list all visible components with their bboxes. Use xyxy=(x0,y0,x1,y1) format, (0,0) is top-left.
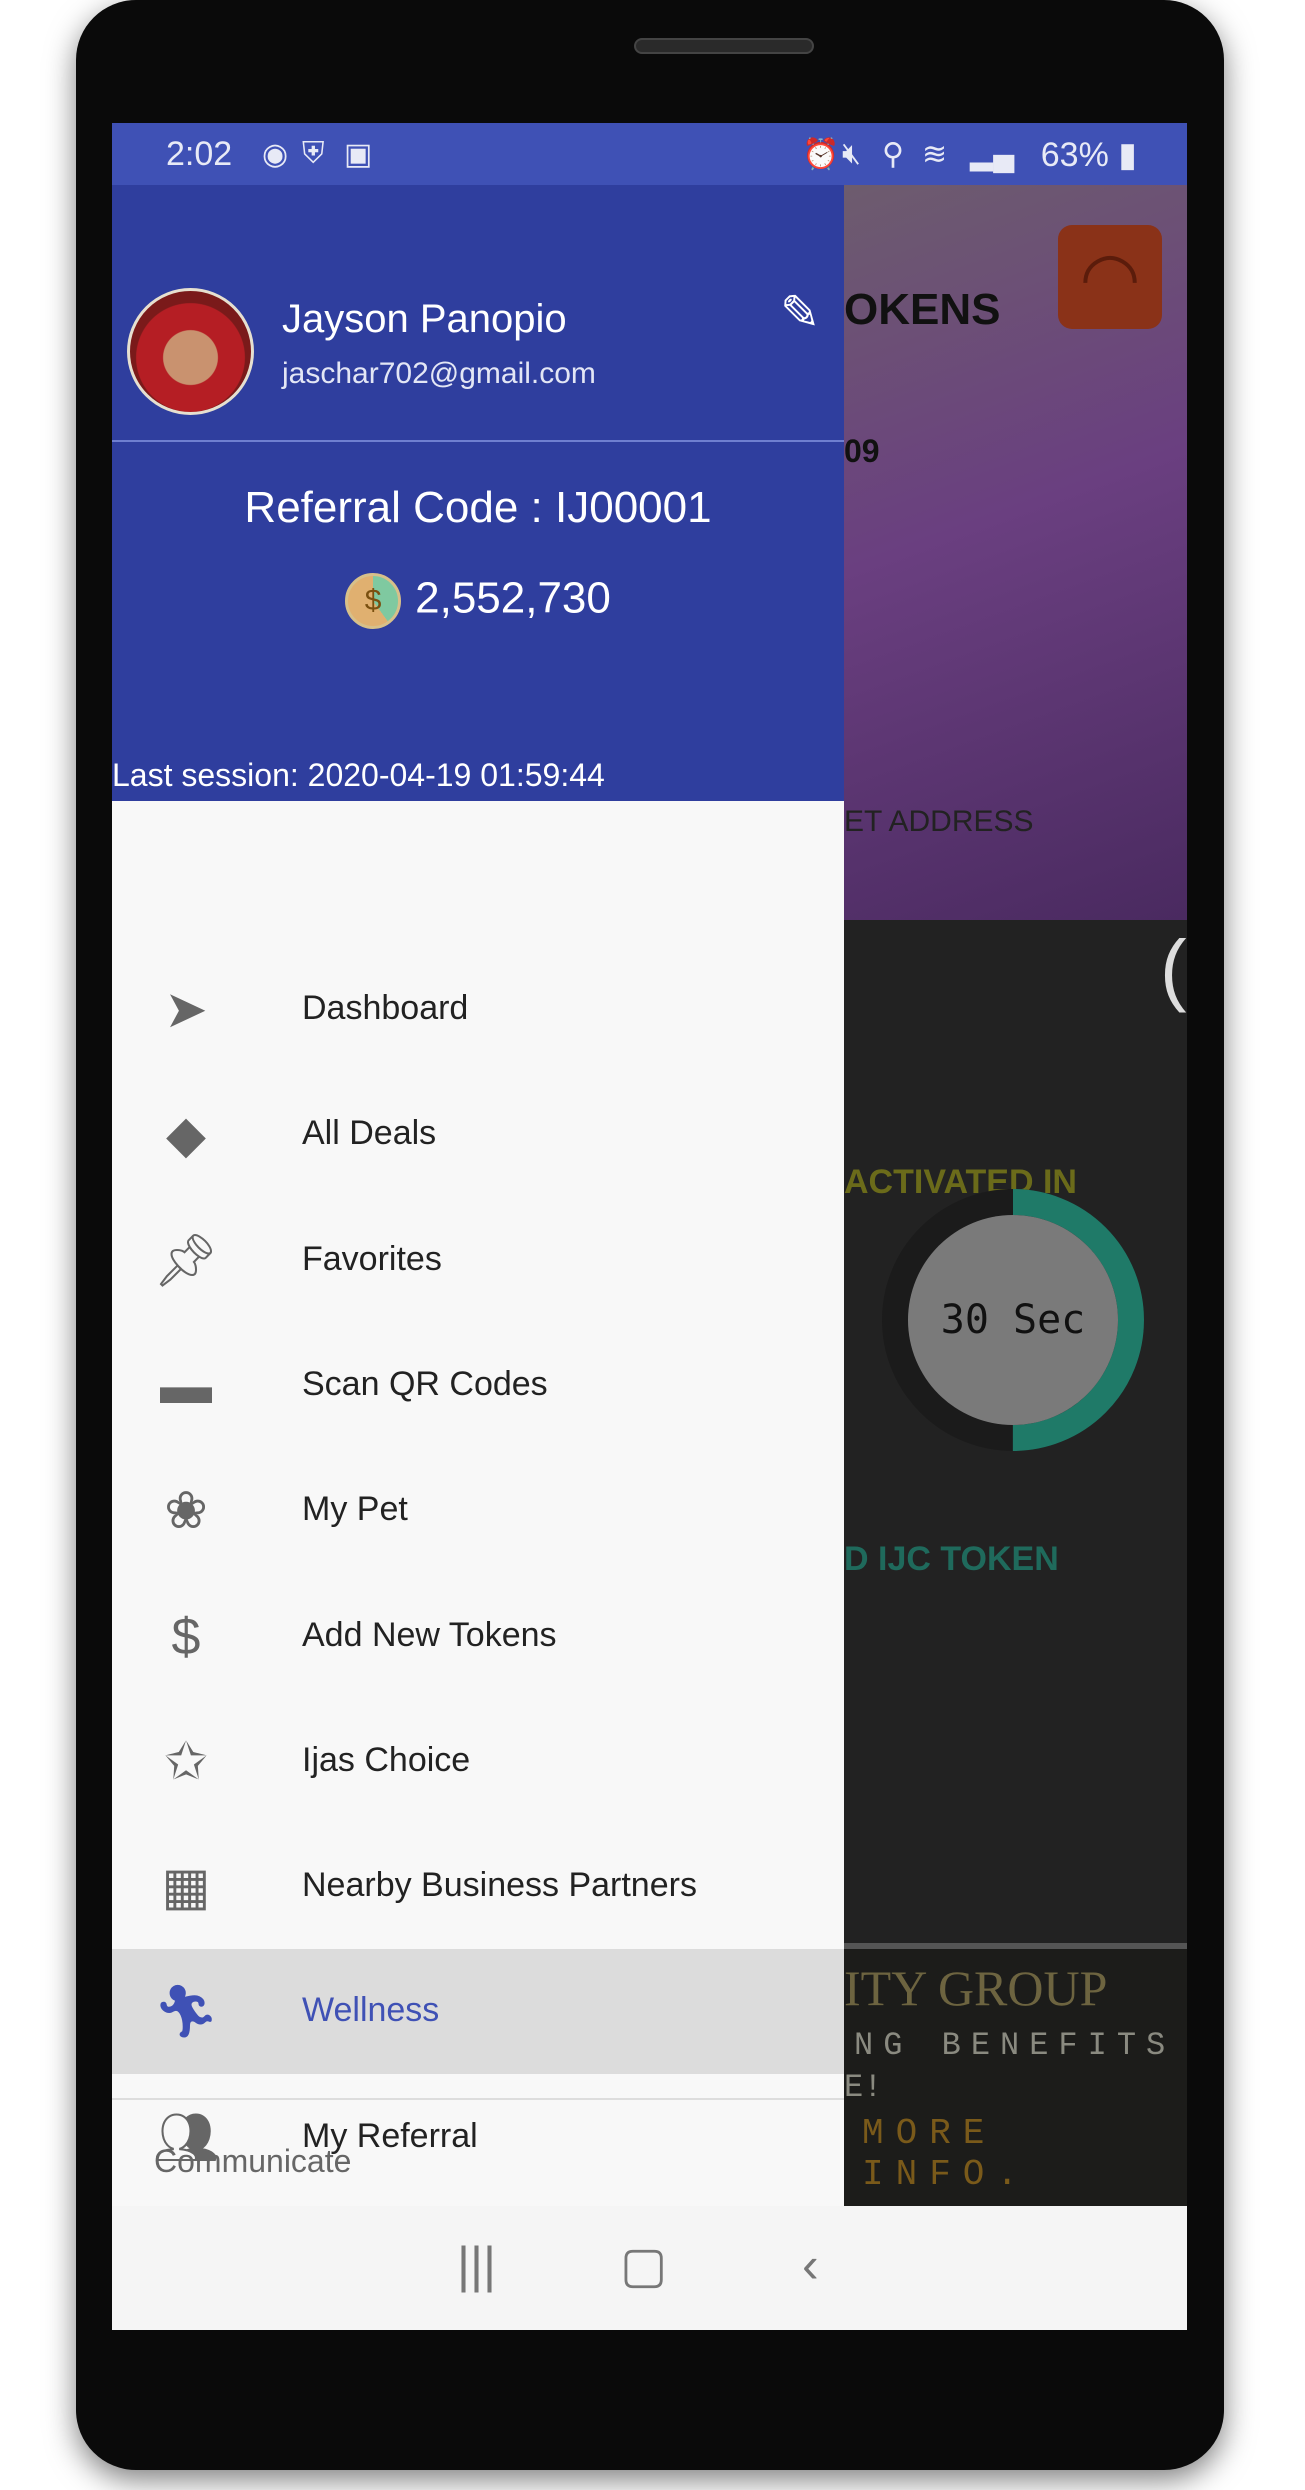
drawer-item-label: All Deals xyxy=(302,1114,437,1153)
screen: 2:02 ◉ ⛨ ▣ ⏰ 🔇︎ ⚲ ≋ ▂▄ 63% ▮ ◠ OKENS 09 … xyxy=(112,123,1187,2330)
system-nav-bar: ||| ▢ ‹ xyxy=(112,2206,1187,2330)
bookmark-star-icon: ✩ xyxy=(164,1732,208,1791)
paw-icon: ❀ xyxy=(164,1482,208,1541)
status-time: 2:02 xyxy=(166,135,233,173)
pin-icon: 📌︎ xyxy=(152,1231,219,1290)
drawer-item-wellness[interactable]: 🏃︎ Wellness xyxy=(112,1949,844,2075)
speaker xyxy=(634,38,814,54)
token-balance: 2,552,730 xyxy=(415,573,611,623)
promo-banner[interactable]: ITY GROUP NG BENEFITS E! MORE INFO. xyxy=(844,1943,1187,2206)
title-fragment: OKENS xyxy=(844,285,1001,334)
signal-icon: ▂▄ xyxy=(970,138,1015,171)
battery-text: 63% xyxy=(1040,136,1109,174)
drawer-item-label: Dashboard xyxy=(302,989,469,1027)
profile-email: jaschar702@gmail.com xyxy=(282,357,596,390)
gallery-icon: ▣ xyxy=(344,138,373,171)
status-bar: 2:02 ◉ ⛨ ▣ ⏰ 🔇︎ ⚲ ≋ ▂▄ 63% ▮ xyxy=(112,123,1187,185)
tag-icon: ◆ xyxy=(166,1106,206,1165)
profile-name: Jayson Panopio xyxy=(282,297,567,341)
rss-icon[interactable]: ◠ xyxy=(1058,225,1162,329)
drawer-item-scan-qr-codes[interactable]: ▬ Scan QR Codes xyxy=(112,1323,844,1448)
avatar[interactable] xyxy=(127,288,254,415)
mute-icon: 🔇︎ xyxy=(842,137,861,170)
referral-code: Referral Code : IJ00001 xyxy=(244,483,712,532)
token-text: D IJC TOKEN xyxy=(844,1540,1059,1578)
buildings-icon: ▦ xyxy=(161,1858,211,1917)
drawer-item-label: My Pet xyxy=(302,1490,408,1529)
banner-line: E! xyxy=(844,2069,883,2106)
number-fragment: 09 xyxy=(844,433,880,469)
recent-apps-icon[interactable]: ||| xyxy=(457,2236,496,2294)
messenger-icon: ◉ xyxy=(262,138,289,171)
wifi-icon: ≋ xyxy=(922,138,948,171)
last-session: Last session: 2020-04-19 01:59:44 xyxy=(112,757,605,793)
token-header-card: ◠ OKENS 09 ET ADDRESS xyxy=(844,185,1187,920)
drawer-item-label: Scan QR Codes xyxy=(302,1364,548,1403)
section-divider xyxy=(112,2098,844,2100)
navigation-arrow-icon: ➤ xyxy=(164,981,208,1039)
battery-level: 63% ▮ xyxy=(1041,135,1137,175)
running-icon: 🏃︎ xyxy=(152,1983,219,2042)
drawer-item-label: Favorites xyxy=(302,1239,442,1278)
banner-line: NG BENEFITS xyxy=(854,2027,1176,2064)
navigation-drawer: Jayson Panopio jaschar702@gmail.com ✎ Re… xyxy=(112,185,844,2206)
drawer-item-nearby-business-partners[interactable]: ▦ Nearby Business Partners xyxy=(112,1824,844,1949)
home-icon[interactable]: ▢ xyxy=(620,2236,667,2294)
timer-ring: 30 Sec xyxy=(882,1189,1144,1451)
drawer-item-dashboard[interactable]: ➤ Dashboard xyxy=(112,947,844,1072)
section-header-communicate: Communicate xyxy=(154,2143,352,2179)
location-icon: ⚲ xyxy=(882,138,904,171)
header-divider xyxy=(112,440,844,442)
token-balance-row: $2,552,730 xyxy=(112,573,844,629)
drawer-item-favorites[interactable]: 📌︎ Favorites xyxy=(112,1198,844,1323)
drawer-item-my-pet[interactable]: ❀ My Pet xyxy=(112,1448,844,1573)
banner-line: MORE INFO. xyxy=(862,2113,1031,2195)
dollar-coin-icon: $ xyxy=(171,1607,201,1666)
alarm-icon: ⏰ xyxy=(802,138,840,171)
drawer-item-add-new-tokens[interactable]: $ Add New Tokens xyxy=(112,1574,844,1699)
drawer-item-label: Add New Tokens xyxy=(302,1615,557,1654)
drawer-item-label: Wellness xyxy=(302,1991,440,2030)
drawer-item-label: Ijas Choice xyxy=(302,1740,471,1779)
scan-icon: ▬ xyxy=(160,1356,212,1415)
drawer-header: Jayson Panopio jaschar702@gmail.com ✎ Re… xyxy=(112,185,844,801)
coin-icon: $ xyxy=(345,573,402,629)
drawer-edge-handle[interactable]: ( xyxy=(1160,923,1187,1015)
banner-line: ITY GROUP xyxy=(844,1960,1108,2016)
drawer-item-label: Nearby Business Partners xyxy=(302,1866,697,1905)
back-icon[interactable]: ‹ xyxy=(802,2236,819,2294)
edit-pencil-icon[interactable]: ✎ xyxy=(780,285,820,341)
drawer-item-ijas-choice[interactable]: ✩ Ijas Choice xyxy=(112,1699,844,1824)
drawer-item-my-referral[interactable]: 👥︎ My Referral xyxy=(112,2075,844,2200)
background-app: ◠ OKENS 09 ET ADDRESS ACTIVATED IN 30 Se… xyxy=(844,185,1187,2206)
timer-text: 30 Sec xyxy=(941,1297,1086,1343)
address-fragment: ET ADDRESS xyxy=(844,805,1034,838)
battery-icon: ▮ xyxy=(1118,136,1137,174)
drawer-item-all-deals[interactable]: ◆ All Deals xyxy=(112,1072,844,1197)
vpn-shield-icon: ⛨ xyxy=(302,137,325,170)
